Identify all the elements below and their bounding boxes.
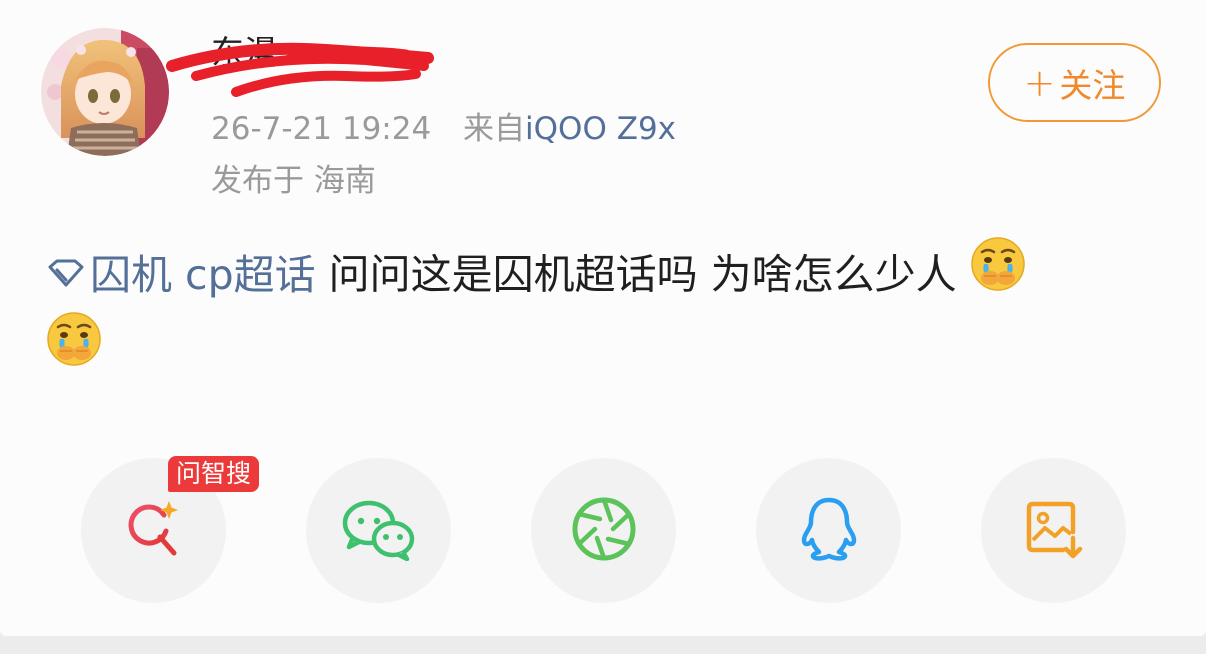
topic-label: 囚机 cp超话 — [90, 250, 316, 299]
post-card: 东漫… 26-7-21 19:24 来自iQOO Z9x 发布于 海南 + 关注… — [0, 0, 1206, 636]
share-wechat-button[interactable] — [306, 458, 451, 603]
follow-label: 关注 — [1059, 65, 1126, 105]
avatar[interactable] — [41, 28, 169, 156]
penguin-icon — [797, 496, 861, 566]
aperture-icon — [571, 496, 637, 566]
search-sparkle-icon — [122, 497, 186, 565]
post-location: 发布于 海南 — [211, 163, 376, 199]
source-prefix: 来自 — [463, 111, 526, 147]
share-qq-button[interactable] — [756, 458, 901, 603]
follow-button[interactable]: + 关注 — [988, 43, 1161, 122]
post-meta: 26-7-21 19:24 来自iQOO Z9x — [211, 111, 676, 147]
bottom-divider — [0, 636, 1206, 654]
post-body: 囚机 cp超话 问问这是囚机超话吗 为啥怎么少人 — [46, 237, 1156, 390]
device-link[interactable]: iQOO Z9x — [525, 111, 676, 147]
share-row: 问智搜 — [0, 456, 1206, 603]
crying-emoji-icon — [970, 236, 1026, 311]
crying-emoji-icon — [46, 311, 102, 386]
plus-icon: + — [1023, 60, 1056, 105]
topic-link[interactable]: 囚机 cp超话 — [46, 251, 316, 299]
share-moments-button[interactable] — [531, 458, 676, 603]
ai-search-badge: 问智搜 — [168, 456, 260, 492]
post-text: 问问这是囚机超话吗 为啥怎么少人 — [315, 250, 957, 299]
image-download-icon — [1023, 498, 1085, 564]
diamond-icon — [46, 241, 86, 307]
redaction-scribble — [166, 42, 434, 97]
post-timestamp: 26-7-21 19:24 — [211, 111, 432, 147]
wechat-icon — [341, 497, 417, 565]
save-image-button[interactable] — [981, 458, 1126, 603]
